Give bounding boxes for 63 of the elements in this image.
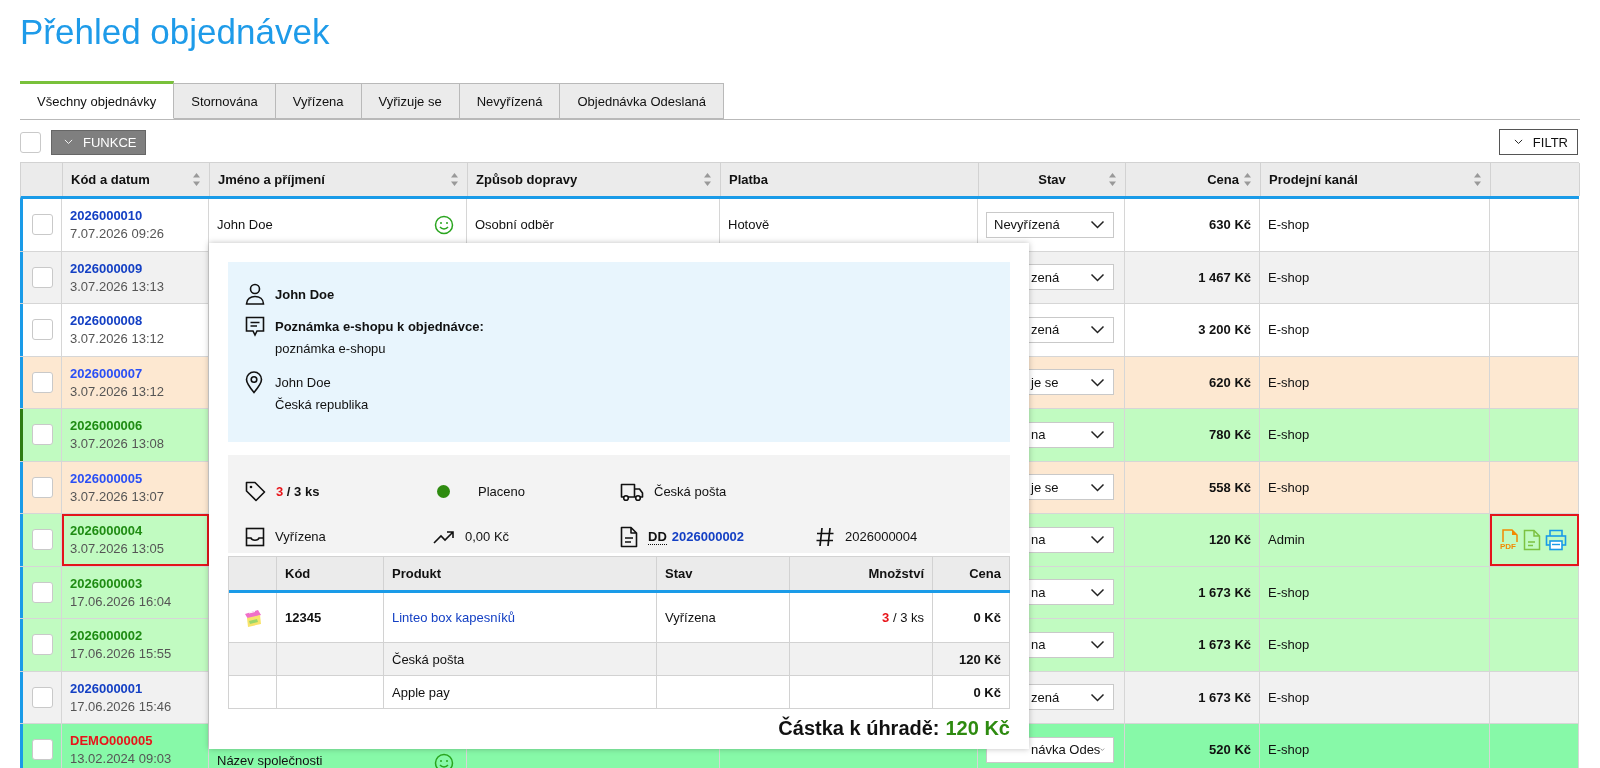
note-text: poznámka e-shopu [275,341,386,356]
column-header: Cena [969,566,1001,581]
fee-name: Apple pay [392,684,450,700]
shipping-method: Osobní odběr [475,217,554,233]
sales-channel: E-shop [1268,742,1310,758]
margin-value: 0,00 Kč [465,529,510,544]
sales-channel: E-shop [1268,322,1310,338]
sales-channel: E-shop [1268,427,1310,443]
order-price: 520 Kč [1209,742,1251,758]
sales-channel: E-shop [1268,584,1310,600]
column-header: Produkt [392,566,442,581]
customer-name: Název společnosti [217,753,323,768]
item-quantity: 3 / 3 ks [882,610,924,625]
sales-channel: E-shop [1268,637,1310,653]
order-date: 3.07.2026 13:08 [70,436,164,452]
column-header: Platba [729,172,768,187]
document-type: DD [648,528,667,545]
payment-status: Placeno [478,484,525,499]
order-date: 3.07.2026 13:12 [70,383,164,399]
order-price: 3 200 Kč [1198,322,1251,338]
order-date: 3.07.2026 13:12 [70,331,164,347]
order-price: 1 673 Kč [1198,689,1251,705]
sales-channel: E-shop [1268,217,1310,233]
order-date: 3.07.2026 13:07 [70,488,164,504]
order-date: 17.06.2026 15:46 [70,698,172,714]
address-line: John Doe [275,374,332,390]
fee-name: Česká pošta [392,651,465,667]
sales-channel: E-shop [1268,689,1310,705]
column-header: Množství [868,566,924,581]
column-header: Kód [285,566,311,581]
sales-channel: Admin [1268,532,1305,548]
total-label: Částka k úhradě: [778,716,940,740]
order-price: 1 673 Kč [1198,637,1251,653]
note-label: Poznámka e-shopu k objednávce: [275,318,485,334]
order-price: 1 673 Kč [1198,584,1251,600]
order-price: 630 Kč [1209,217,1251,233]
carrier-name: Česká pošta [654,484,727,499]
sales-channel: E-shop [1268,269,1310,285]
address-line: Česká republika [275,397,369,412]
customer-name: John Doe [275,286,336,302]
sales-channel: E-shop [1268,479,1310,495]
customer-name: John Doe [217,217,273,233]
order-status: Vyřízena [275,529,326,544]
order-price: 558 Kč [1209,479,1251,495]
sales-channel: E-shop [1268,374,1310,390]
order-price: 620 Kč [1209,374,1251,390]
payment-method: Hotově [728,217,770,233]
order-date: 3.07.2026 13:05 [70,541,164,557]
column-header: Stav [665,566,693,581]
order-price: 1 467 Kč [1198,269,1251,285]
item-price: 0 Kč [973,610,1001,625]
product-code: 12345 [285,610,322,625]
order-date: 7.07.2026 09:26 [70,226,164,242]
order-date: 17.06.2026 16:04 [70,593,172,609]
order-price: 780 Kč [1209,427,1251,443]
order-date: 13.02.2024 09:03 [70,751,172,767]
order-date: 3.07.2026 13:13 [70,278,164,294]
quantity-text: 3 / 3 ks [276,484,320,499]
order-date: 17.06.2026 15:55 [70,646,172,662]
order-number: 2026000004 [845,529,918,544]
item-status: Vyřízena [665,610,716,625]
order-price: 120 Kč [1209,532,1251,548]
page-title: Přehled objednávek [20,11,331,53]
